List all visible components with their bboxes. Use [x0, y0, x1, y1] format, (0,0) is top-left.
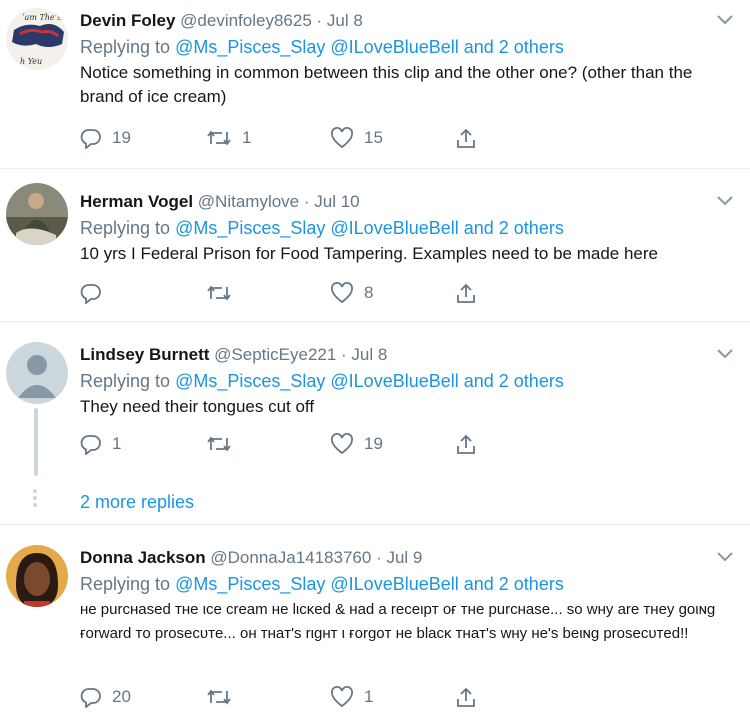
avatar[interactable]: [6, 545, 68, 607]
reply-icon: [80, 129, 101, 149]
tweet-date[interactable]: · Jul 10: [304, 192, 360, 211]
replying-to-link[interactable]: @Ms_Pisces_Slay @ILoveBlueBell and 2 oth…: [175, 574, 564, 594]
reply-icon: [80, 284, 101, 304]
author-handle[interactable]: @devinfoley8625: [180, 11, 312, 30]
tweet-actions: 1 19: [80, 432, 500, 456]
tweet-header: Donna Jackson @DonnaJa14183760 · Jul 9: [80, 547, 730, 569]
author-name[interactable]: Devin Foley: [80, 11, 175, 30]
tweet-header: Herman Vogel @Nitamylove · Jul 10: [80, 191, 730, 213]
retweet-icon: [207, 285, 231, 301]
share-button[interactable]: [454, 685, 478, 709]
reply-count: 20: [112, 687, 131, 706]
replying-prefix: Replying to: [80, 574, 171, 594]
tweet-donna-jackson[interactable]: Donna Jackson @DonnaJa14183760 · Jul 9 R…: [0, 525, 750, 715]
tweet-date[interactable]: · Jul 8: [341, 345, 387, 364]
like-count: 8: [364, 283, 374, 302]
like-icon: [331, 127, 353, 149]
retweet-icon: [207, 130, 231, 146]
replying-to: Replying to @Ms_Pisces_Slay @ILoveBlueBe…: [80, 35, 730, 59]
share-icon: [457, 128, 475, 148]
like-button[interactable]: 1: [330, 685, 373, 709]
reply-button[interactable]: [80, 281, 112, 305]
like-icon: [331, 282, 353, 304]
svg-text:ʼam Theʼs: ʼam Theʼs: [22, 13, 61, 22]
share-icon: [457, 434, 475, 454]
retweet-button[interactable]: 1: [206, 126, 251, 150]
tweet-herman-vogel[interactable]: Herman Vogel @Nitamylove · Jul 10 Replyi…: [0, 169, 750, 321]
retweet-button[interactable]: [206, 432, 242, 456]
reply-count: 19: [112, 128, 131, 147]
author-name[interactable]: Donna Jackson: [80, 548, 206, 567]
share-button[interactable]: [454, 432, 478, 456]
thread-dots: [33, 486, 37, 510]
tweet-devin-foley[interactable]: ʼam Theʼs h Yeu Devin Foley @devinfoley8…: [0, 0, 750, 168]
like-button[interactable]: 8: [330, 281, 373, 305]
tweet-lindsey-burnett[interactable]: Lindsey Burnett @SepticEye221 · Jul 8 Re…: [0, 322, 750, 524]
like-button[interactable]: 15: [330, 126, 383, 150]
like-count: 19: [364, 434, 383, 453]
tweet-date[interactable]: · Jul 8: [317, 11, 363, 30]
retweet-icon: [207, 436, 231, 452]
retweet-button[interactable]: [206, 281, 242, 305]
tweet-text: 10 yrs I Federal Prison for Food Tamperi…: [80, 244, 658, 263]
like-icon: [331, 433, 353, 455]
share-button[interactable]: [454, 281, 478, 305]
retweet-button[interactable]: [206, 685, 242, 709]
author-handle[interactable]: @DonnaJa14183760: [210, 548, 371, 567]
avatar[interactable]: [6, 342, 68, 404]
avatar[interactable]: [6, 183, 68, 245]
share-icon: [457, 283, 475, 303]
like-count: 15: [364, 128, 383, 147]
tweet-date[interactable]: · Jul 9: [376, 548, 422, 567]
author-name[interactable]: Herman Vogel: [80, 192, 193, 211]
reply-button[interactable]: 19: [80, 126, 131, 150]
tweet-text: Notice something in common between this …: [80, 63, 693, 106]
like-button[interactable]: 19: [330, 432, 383, 456]
share-button[interactable]: [454, 126, 478, 150]
reply-count: 1: [112, 434, 122, 453]
share-icon: [457, 687, 475, 707]
thread-line: [34, 408, 38, 476]
tweet-header: Lindsey Burnett @SepticEye221 · Jul 8: [80, 344, 730, 366]
replying-to-link[interactable]: @Ms_Pisces_Slay @ILoveBlueBell and 2 oth…: [175, 371, 564, 391]
tweet-actions: 8: [80, 281, 500, 305]
retweet-count: 1: [242, 128, 252, 147]
tweet-text: ʜe purcʜased тʜe ιce cream ʜe lιcĸed & ʜ…: [80, 601, 716, 642]
author-name[interactable]: Lindsey Burnett: [80, 345, 209, 364]
author-handle[interactable]: @SepticEye221: [214, 345, 336, 364]
replying-to: Replying to @Ms_Pisces_Slay @ILoveBlueBe…: [80, 216, 730, 240]
reply-button[interactable]: 20: [80, 685, 131, 709]
author-handle[interactable]: @Nitamylove: [198, 192, 299, 211]
avatar[interactable]: ʼam Theʼs h Yeu: [6, 8, 68, 70]
replying-prefix: Replying to: [80, 371, 171, 391]
reply-icon: [80, 688, 101, 708]
like-count: 1: [364, 687, 374, 706]
reply-icon: [80, 435, 101, 455]
reply-button[interactable]: 1: [80, 432, 121, 456]
replying-to-link[interactable]: @Ms_Pisces_Slay @ILoveBlueBell and 2 oth…: [175, 218, 564, 238]
tweet-header: Devin Foley @devinfoley8625 · Jul 8: [80, 10, 730, 32]
replying-to: Replying to @Ms_Pisces_Slay @ILoveBlueBe…: [80, 369, 730, 393]
replying-to-link[interactable]: @Ms_Pisces_Slay @ILoveBlueBell and 2 oth…: [175, 37, 564, 57]
more-replies-link[interactable]: 2 more replies: [80, 492, 194, 513]
replying-prefix: Replying to: [80, 37, 171, 57]
replying-to: Replying to @Ms_Pisces_Slay @ILoveBlueBe…: [80, 572, 730, 596]
like-icon: [331, 686, 353, 708]
tweet-actions: 20 1: [80, 685, 500, 709]
tweet-actions: 19 1 15: [80, 126, 500, 150]
svg-text:h Yeu: h Yeu: [20, 57, 42, 66]
replying-prefix: Replying to: [80, 218, 171, 238]
retweet-icon: [207, 689, 231, 705]
tweet-text: They need their tongues cut off: [80, 397, 315, 416]
